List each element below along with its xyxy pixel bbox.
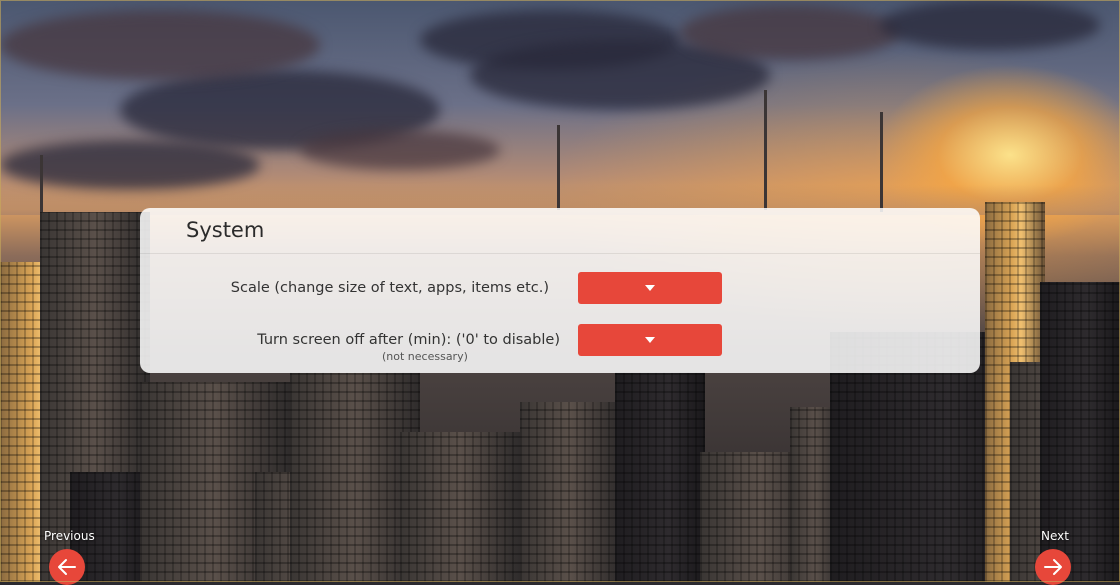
screen-off-label: Turn screen off after (min): ('0' to dis… [257, 332, 560, 348]
screen-off-dropdown[interactable] [578, 324, 722, 356]
arrow-right-icon [1044, 559, 1062, 575]
scale-dropdown[interactable] [578, 272, 722, 304]
previous-button[interactable] [49, 549, 85, 585]
previous-label: Previous [44, 529, 95, 543]
settings-card: System Scale (change size of text, apps,… [140, 208, 980, 373]
scale-label: Scale (change size of text, apps, items … [230, 280, 549, 296]
caret-down-icon [645, 337, 655, 343]
section-title: System [186, 218, 265, 242]
arrow-left-icon [58, 559, 76, 575]
caret-down-icon [645, 285, 655, 291]
title-divider [140, 253, 980, 254]
next-label: Next [1041, 529, 1069, 543]
screen-off-note: (not necessary) [382, 350, 468, 363]
next-button[interactable] [1035, 549, 1071, 585]
